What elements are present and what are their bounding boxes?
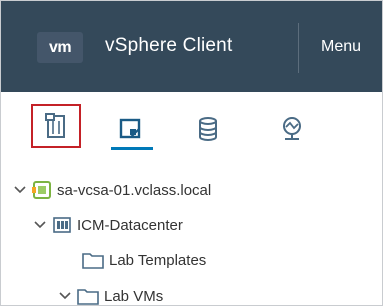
tree-item-vcenter[interactable]: sa-vcsa-01.vclass.local	[14, 176, 211, 204]
app-title: vSphere Client	[105, 35, 233, 56]
folder-icon	[82, 251, 104, 269]
tree-item-label: Lab Templates	[109, 251, 207, 269]
tree-item-label: sa-vcsa-01.vclass.local	[57, 181, 212, 199]
header-divider	[298, 23, 299, 73]
chevron-down-icon[interactable]	[34, 219, 46, 231]
folder-icon	[77, 287, 99, 305]
tab-vms-and-templates[interactable]	[105, 107, 155, 151]
vcenter-icon	[32, 180, 52, 200]
tree-item-datacenter[interactable]: ICM-Datacenter	[34, 211, 183, 239]
menu-button[interactable]: Menu	[321, 38, 361, 56]
vm-logo: vm	[37, 32, 83, 63]
vms-and-templates-icon	[119, 118, 141, 139]
hosts-and-clusters-icon	[45, 113, 65, 138]
chevron-down-icon[interactable]	[14, 184, 26, 196]
tab-storage[interactable]	[183, 107, 233, 151]
chevron-down-icon[interactable]	[59, 290, 71, 302]
tab-hosts-and-clusters[interactable]	[31, 104, 81, 148]
tree-item-label: Lab VMs	[104, 287, 164, 305]
tree-item-label: ICM-Datacenter	[77, 216, 183, 234]
networking-icon	[283, 117, 301, 140]
tree-item-lab-templates[interactable]: Lab Templates	[82, 246, 206, 274]
storage-icon	[199, 117, 217, 141]
tab-networking[interactable]	[267, 107, 317, 151]
active-tab-indicator	[111, 147, 153, 150]
vsphere-client-window: vm vSphere Client Menu sa-vcsa-01.vclass…	[0, 0, 383, 306]
navigator-tabs	[1, 92, 382, 166]
datacenter-icon	[52, 215, 72, 235]
app-header: vm vSphere Client Menu	[1, 1, 382, 92]
tree-item-lab-vms[interactable]: Lab VMs	[59, 282, 164, 305]
